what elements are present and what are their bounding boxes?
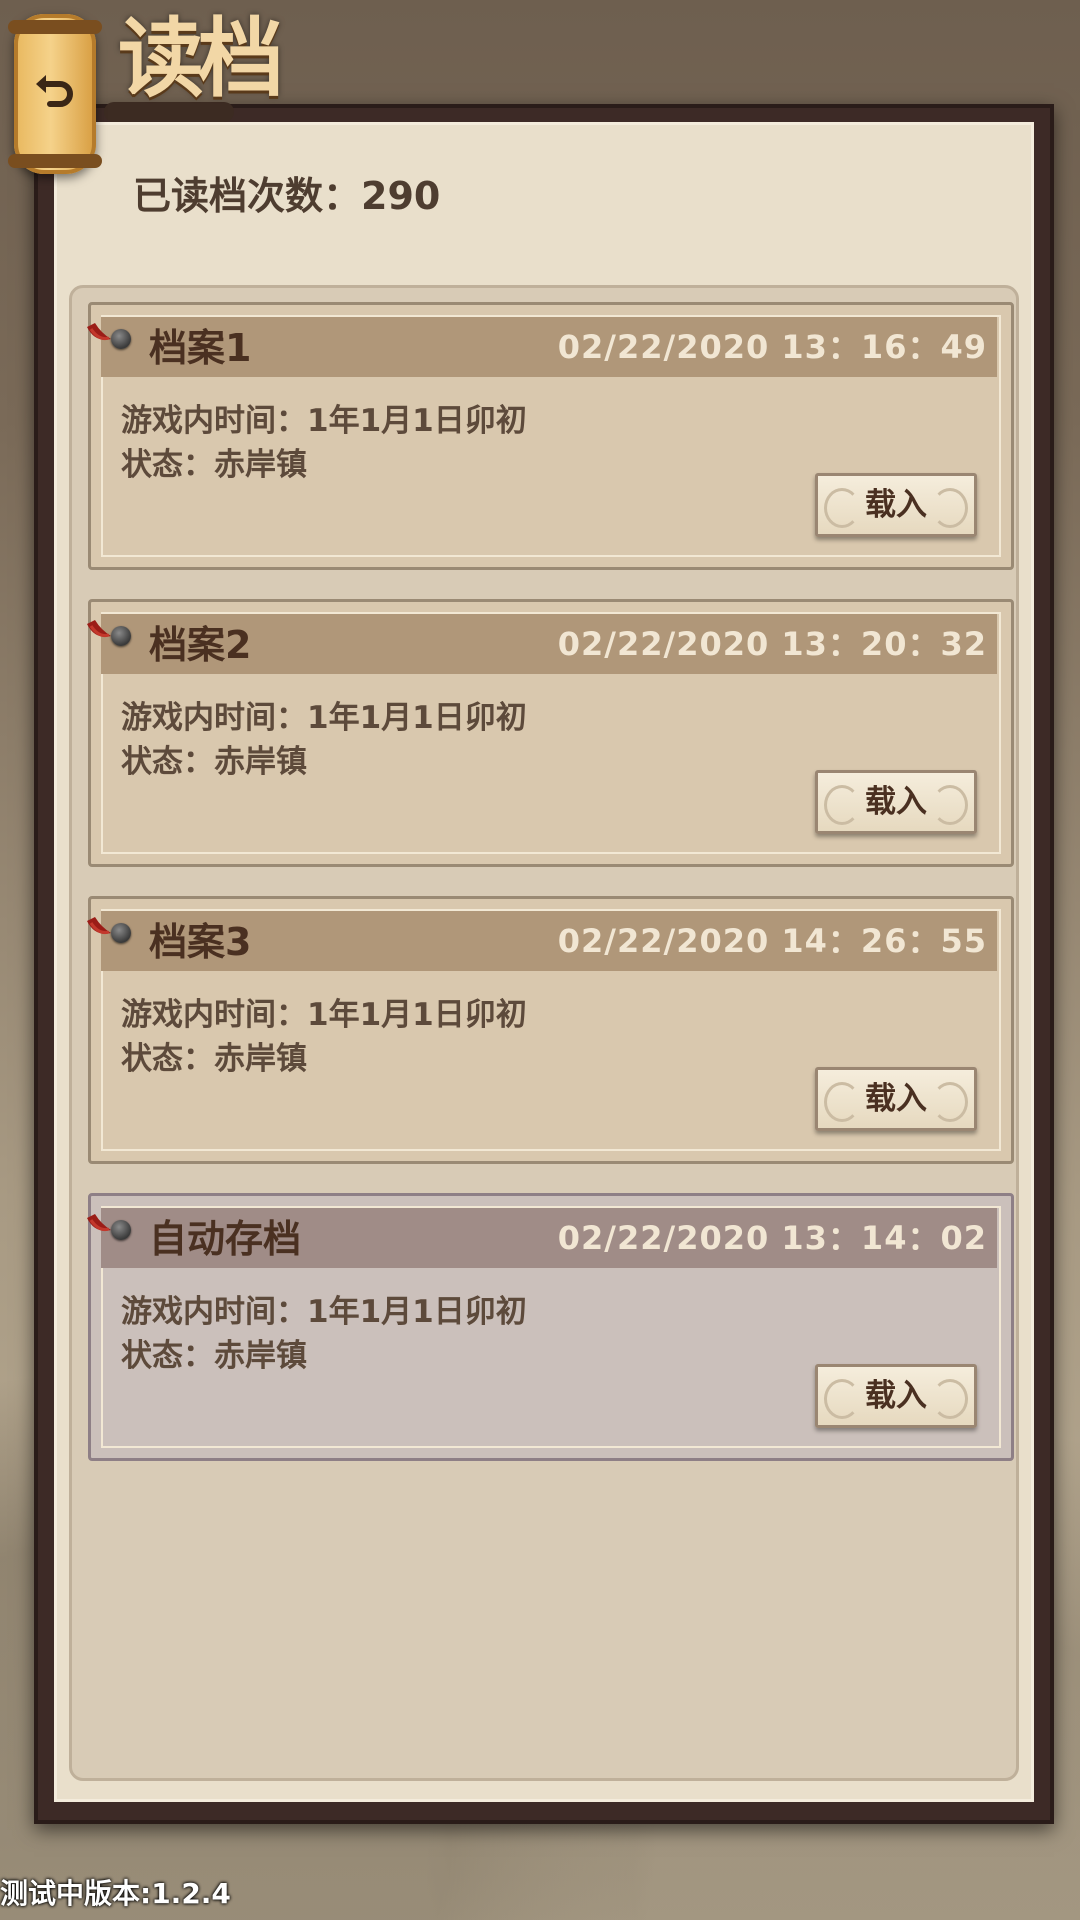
save-slot-name: 档案2 (149, 623, 252, 667)
pin-icon (111, 626, 131, 646)
load-button-label: 载入 (865, 784, 927, 820)
swirl-ornament-icon (932, 1379, 968, 1419)
save-slot-list[interactable]: 档案1 02/22/2020 13：16：49 游戏内时间：1年1月1日卯初 状… (69, 285, 1019, 1781)
save-slot-game-time: 游戏内时间：1年1月1日卯初 (121, 997, 527, 1033)
save-slot-header: 档案3 02/22/2020 14：26：55 (101, 911, 997, 971)
save-slot-status: 状态：赤岸镇 (121, 447, 307, 483)
save-slot-game-time: 游戏内时间：1年1月1日卯初 (121, 700, 527, 736)
read-count-text: 已读档次数：290 (133, 174, 441, 218)
load-button-label: 载入 (865, 487, 927, 523)
save-slot-name: 档案3 (149, 920, 252, 964)
save-slot-status: 状态：赤岸镇 (121, 1041, 307, 1077)
load-button[interactable]: 载入 (815, 473, 977, 537)
load-button[interactable]: 载入 (815, 770, 977, 834)
load-button-label: 载入 (865, 1081, 927, 1117)
save-slot-datetime: 02/22/2020 14：26：55 (557, 922, 987, 960)
save-slot-datetime: 02/22/2020 13：20：32 (557, 625, 987, 663)
swirl-ornament-icon (824, 1082, 860, 1122)
back-button[interactable] (8, 14, 102, 174)
save-slot-header: 自动存档 02/22/2020 13：14：02 (101, 1208, 997, 1268)
swirl-ornament-icon (932, 488, 968, 528)
save-slot-datetime: 02/22/2020 13：14：02 (557, 1219, 987, 1257)
load-game-panel: 已读档次数：290 档案1 02/22/2020 13：16：49 游戏内时间：… (54, 122, 1034, 1802)
save-slot-name: 自动存档 (149, 1217, 302, 1261)
save-slot-status: 状态：赤岸镇 (121, 1338, 307, 1374)
pin-icon (111, 923, 131, 943)
save-slot-datetime: 02/22/2020 13：16：49 (557, 328, 987, 366)
save-slot-game-time: 游戏内时间：1年1月1日卯初 (121, 1294, 527, 1330)
load-button[interactable]: 载入 (815, 1067, 977, 1131)
load-button[interactable]: 载入 (815, 1364, 977, 1428)
save-slot-2: 档案2 02/22/2020 13：20：32 游戏内时间：1年1月1日卯初 状… (87, 599, 1014, 867)
save-slot-header: 档案1 02/22/2020 13：16：49 (101, 317, 997, 377)
page-title: 读档 (118, 8, 284, 109)
save-slot-3: 档案3 02/22/2020 14：26：55 游戏内时间：1年1月1日卯初 状… (87, 896, 1014, 1164)
pin-icon (111, 329, 131, 349)
save-slot-header: 档案2 02/22/2020 13：20：32 (101, 614, 997, 674)
auto-save-slot: 自动存档 02/22/2020 13：14：02 游戏内时间：1年1月1日卯初 … (87, 1193, 1014, 1461)
save-slot-name: 档案1 (149, 326, 252, 370)
save-slot-1: 档案1 02/22/2020 13：16：49 游戏内时间：1年1月1日卯初 状… (87, 302, 1014, 570)
load-game-window: 已读档次数：290 档案1 02/22/2020 13：16：49 游戏内时间：… (34, 104, 1054, 1824)
save-slot-status: 状态：赤岸镇 (121, 744, 307, 780)
pin-icon (111, 1220, 131, 1240)
back-arrow-icon (36, 75, 73, 107)
swirl-ornament-icon (824, 1379, 860, 1419)
swirl-ornament-icon (932, 785, 968, 825)
save-slot-game-time: 游戏内时间：1年1月1日卯初 (121, 403, 527, 439)
version-label: 测试中版本:1.2.4 (0, 1877, 231, 1910)
swirl-ornament-icon (824, 488, 860, 528)
swirl-ornament-icon (824, 785, 860, 825)
swirl-ornament-icon (932, 1082, 968, 1122)
load-button-label: 载入 (865, 1378, 927, 1414)
